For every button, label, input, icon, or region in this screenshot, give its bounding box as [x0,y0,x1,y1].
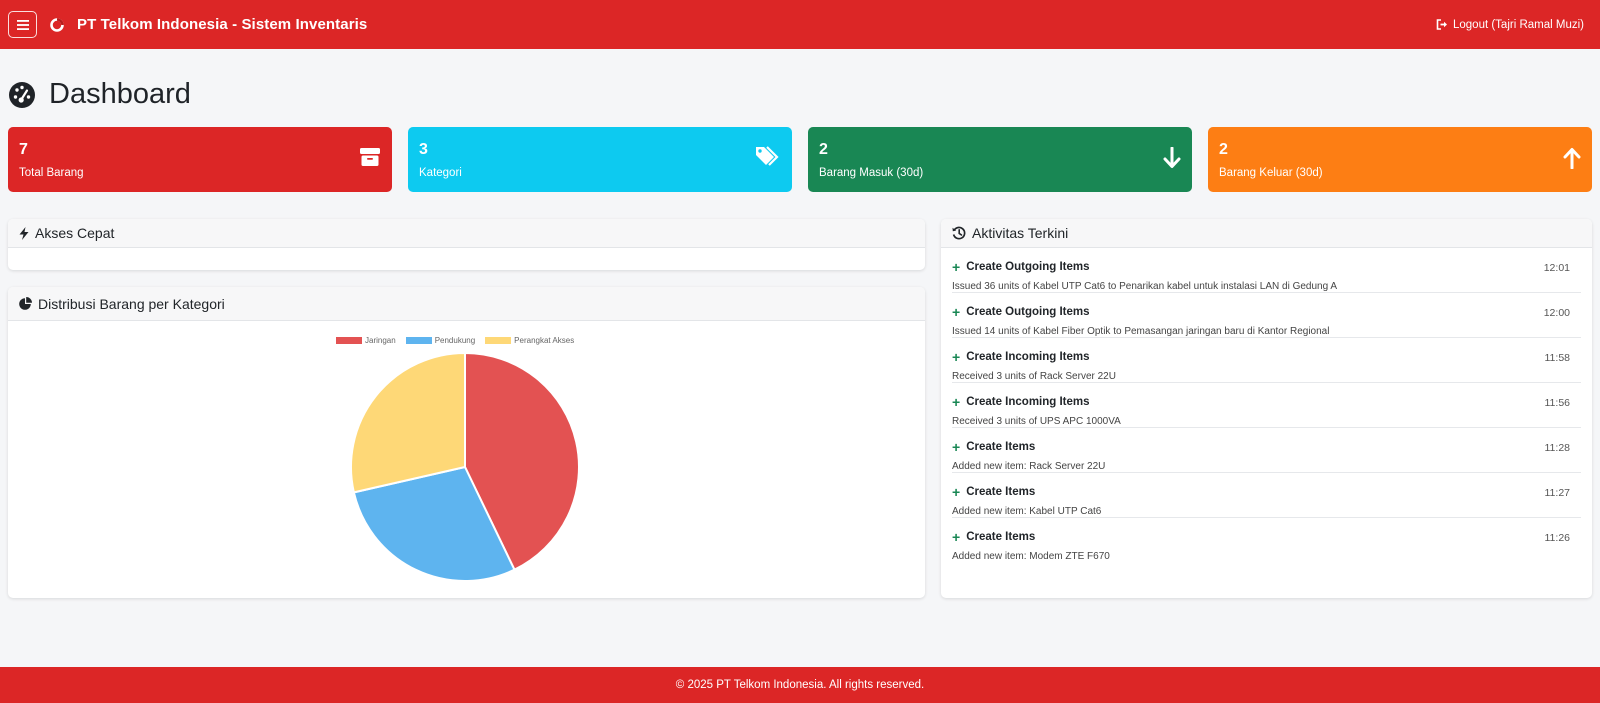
activity-desc: Received 3 units of UPS APC 1000VA [952,416,1121,427]
legend-item[interactable]: Perangkat Akses [485,336,574,345]
activity-title: Create Outgoing Items [966,261,1090,273]
activity-desc: Added new item: Modem ZTE F670 [952,551,1110,562]
stat-label: Total Barang [19,167,84,179]
footer: © 2025 PT Telkom Indonesia. All rights r… [0,667,1600,703]
arrow-up-icon [1563,148,1581,169]
activity-title: Create Outgoing Items [966,306,1090,318]
stat-value: 2 [1219,141,1228,158]
stat-label: Barang Masuk (30d) [819,167,924,179]
telkom-logo-icon [50,17,64,32]
app-title[interactable]: PT Telkom Indonesia - Sistem Inventaris [77,16,367,33]
plus-icon: + [952,394,961,410]
logout-link[interactable]: Logout (Tajri Ramal Muzi) [1436,19,1584,31]
activity-time: 11:27 [1544,487,1571,499]
chart-legend: Jaringan Pendukung Perangkat Akses [336,336,574,345]
activity-desc: Added new item: Kabel UTP Cat6 [952,506,1102,517]
activity-item[interactable]: + Create Items 11:27 Added new item: Kabe… [952,473,1581,518]
legend-item[interactable]: Jaringan [336,336,396,345]
tachometer-icon [9,81,35,108]
legend-label-perangkat-akses: Perangkat Akses [514,336,575,345]
activity-time: 11:28 [1544,442,1571,454]
footer-text: © 2025 PT Telkom Indonesia. All rights r… [675,679,925,691]
plus-icon: + [952,259,961,275]
stat-label: Barang Keluar (30d) [1219,167,1323,179]
box-icon [360,148,380,166]
activity-item[interactable]: + Create Items 11:26 Added new item: Mode… [952,518,1581,563]
stat-value: 3 [419,141,428,158]
arrow-down-icon [1163,147,1181,168]
sign-out-icon [1436,19,1447,30]
stat-value: 2 [819,141,828,158]
activity-item[interactable]: + Create Outgoing Items 12:01 Issued 36 u… [952,248,1581,293]
history-icon [952,226,966,240]
legend-label-jaringan: Jaringan [365,336,396,345]
activity-time: 12:01 [1543,262,1570,274]
logout-label: Logout (Tajri Ramal Muzi) [1452,18,1584,31]
stat-card-barang-masuk[interactable]: 2 Barang Masuk (30d) [808,127,1192,192]
legend-swatch [336,337,362,344]
activity-time: 11:58 [1544,352,1571,364]
bolt-icon [19,226,29,240]
activity-title: Create Incoming Items [966,351,1090,363]
activity-item[interactable]: + Create Outgoing Items 12:00 Issued 14 u… [952,293,1581,338]
activity-list: + Create Outgoing Items 12:01 Issued 36 u… [941,248,1592,563]
hamburger-icon [16,19,29,30]
page-title: Dashboard [49,78,191,110]
pie-chart [350,352,580,582]
quick-access-header: Akses Cepat [8,219,925,248]
activity-title: Create Incoming Items [966,396,1090,408]
page-header: Dashboard [8,78,191,111]
activity-title: Create Items [966,486,1036,498]
activity-title: Create Items [966,531,1036,543]
legend-label-pendukung: Pendukung [434,336,476,345]
legend-swatch [405,337,432,344]
stat-card-total-barang[interactable]: 7 Total Barang [8,127,392,192]
activity-time: 12:00 [1543,307,1570,319]
distribution-header: Distribusi Barang per Kategori [8,287,925,321]
pie-chart-icon [19,297,32,310]
plus-icon: + [952,349,961,365]
quick-access-title: Akses Cepat [35,225,115,241]
legend-swatch [485,337,512,344]
stat-label: Kategori [419,167,462,179]
activity-desc: Issued 14 units of Kabel Fiber Optik to … [952,326,1330,337]
plus-icon: + [952,484,961,500]
activity-desc: Issued 36 units of Kabel UTP Cat6 to Pen… [952,281,1338,292]
distribution-title: Distribusi Barang per Kategori [38,295,225,312]
tags-icon [756,146,779,166]
activity-time: 11:26 [1544,532,1571,544]
activity-time: 11:56 [1544,397,1571,409]
plus-icon: + [952,304,961,320]
activity-item[interactable]: + Create Incoming Items 11:56 Received 3 … [952,383,1581,428]
legend-item[interactable]: Pendukung [405,336,476,345]
quick-access-card: Akses Cepat [8,219,925,270]
recent-activity-title: Aktivitas Terkini [972,225,1069,241]
pie-slice-perangkat-akses[interactable] [350,352,466,494]
activity-item[interactable]: + Create Incoming Items 11:58 Received 3 … [952,338,1581,383]
recent-activity-header: Aktivitas Terkini [941,219,1592,248]
recent-activity-card: Aktivitas Terkini + Create Outgoing Items… [941,219,1592,598]
stat-card-kategori[interactable]: 3 Kategori [408,127,792,192]
stat-value: 7 [19,141,28,158]
activity-desc: Added new item: Rack Server 22U [952,461,1106,472]
stat-card-barang-keluar[interactable]: 2 Barang Keluar (30d) [1208,127,1592,192]
activity-title: Create Items [966,441,1036,453]
plus-icon: + [952,529,961,545]
activity-item[interactable]: + Create Items 11:28 Added new item: Rack… [952,428,1581,473]
plus-icon: + [952,439,961,455]
top-navbar: PT Telkom Indonesia - Sistem Inventaris … [0,0,1600,49]
activity-desc: Received 3 units of Rack Server 22U [952,371,1116,382]
sidebar-toggle-button[interactable] [8,11,37,38]
